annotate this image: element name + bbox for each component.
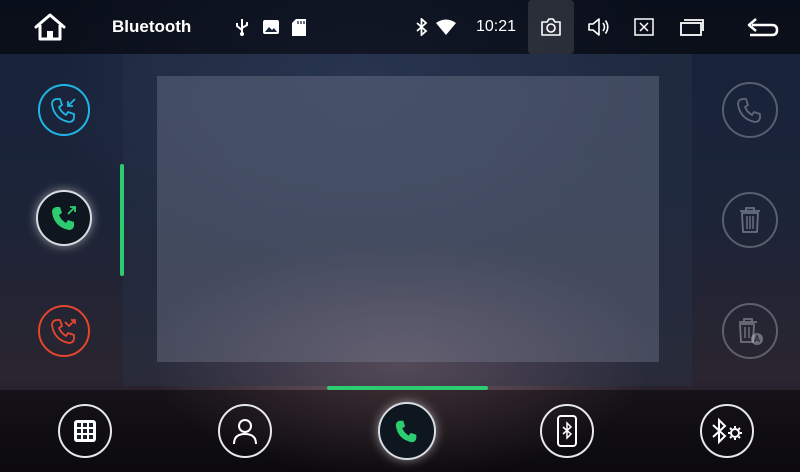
- usb-icon: [232, 0, 252, 54]
- outgoing-calls-button[interactable]: [36, 190, 92, 246]
- missed-calls-button[interactable]: [38, 305, 90, 357]
- incoming-calls-button[interactable]: [38, 84, 90, 136]
- call-log-tab[interactable]: [378, 402, 436, 460]
- phone-icon: [737, 98, 761, 123]
- devices-tab[interactable]: [540, 404, 594, 458]
- outgoing-call-icon: [52, 206, 76, 230]
- recent-apps-icon: [680, 19, 704, 36]
- missed-call-icon: [51, 319, 76, 344]
- dial-button[interactable]: [722, 82, 778, 138]
- bluetooth-settings-icon: [712, 417, 742, 445]
- back-button[interactable]: [740, 0, 784, 54]
- image-icon: [261, 0, 281, 54]
- trash-all-icon: [739, 318, 763, 345]
- volume-button[interactable]: [584, 0, 614, 54]
- close-icon: [634, 18, 654, 36]
- app-title: Bluetooth: [112, 17, 192, 36]
- recent-apps-button[interactable]: [676, 0, 708, 54]
- clock: 10:21: [475, 18, 517, 35]
- screenshot-button[interactable]: [528, 0, 574, 54]
- call-log-list[interactable]: [157, 76, 659, 362]
- status-bar: Bluetooth 10:21: [0, 0, 800, 54]
- camera-icon: [541, 18, 561, 36]
- contacts-icon: [233, 419, 257, 445]
- back-icon: [747, 18, 779, 37]
- delete-all-button[interactable]: [722, 303, 778, 359]
- contacts-tab[interactable]: [218, 404, 272, 458]
- close-window-button[interactable]: [630, 0, 658, 54]
- home-icon: [34, 13, 66, 41]
- phone-icon: [395, 420, 417, 443]
- incoming-call-icon: [51, 98, 76, 123]
- bluetooth-settings-tab[interactable]: [700, 404, 754, 458]
- home-button[interactable]: [30, 0, 70, 54]
- trash-icon: [740, 207, 760, 233]
- phone-bluetooth-icon: [557, 415, 577, 447]
- wifi-icon: [435, 0, 457, 54]
- bluetooth-icon: [414, 0, 430, 54]
- volume-icon: [588, 18, 609, 36]
- selected-filter-indicator: [120, 164, 124, 276]
- keypad-tab[interactable]: [58, 404, 112, 458]
- delete-button[interactable]: [722, 192, 778, 248]
- sd-card-icon: [289, 0, 309, 54]
- dialpad-icon: [74, 420, 96, 442]
